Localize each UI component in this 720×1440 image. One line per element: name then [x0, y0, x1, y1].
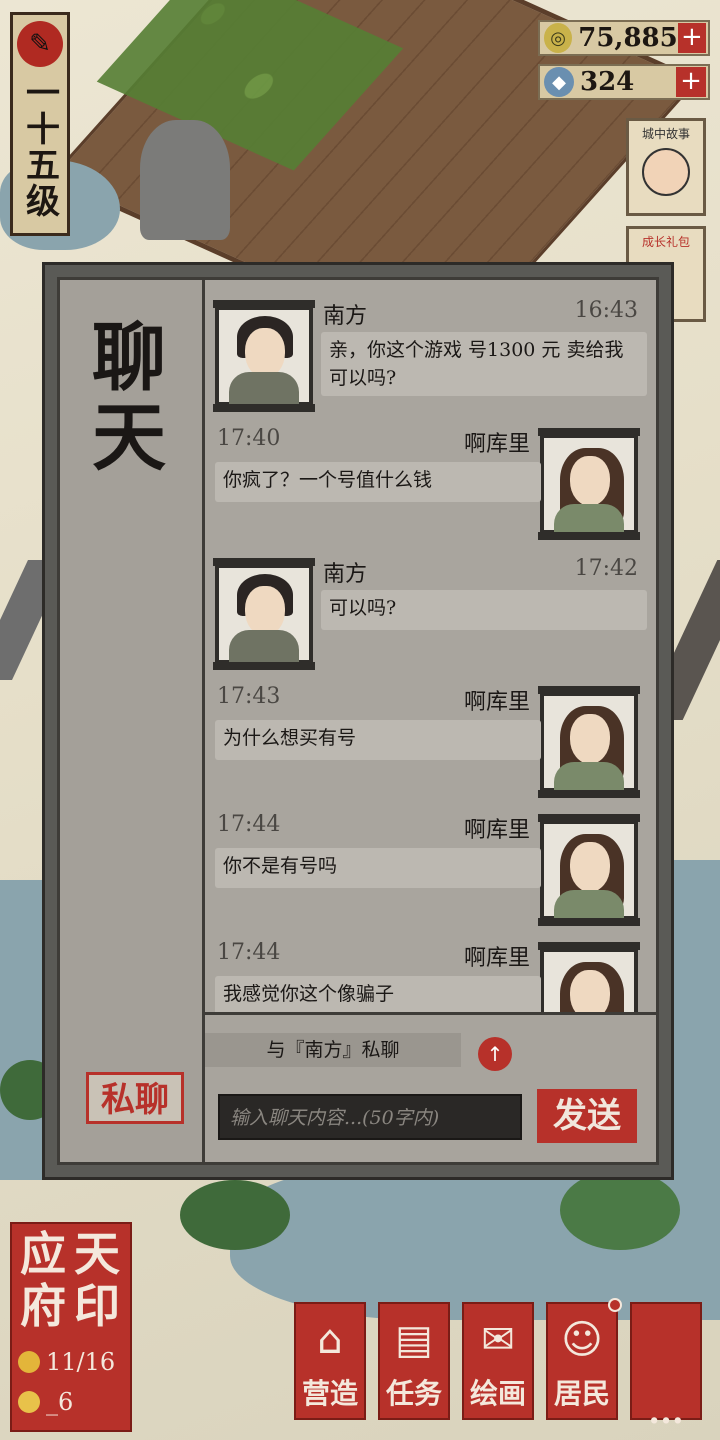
message-bubble: 为什么想买有号 [215, 720, 541, 760]
sender-name: 南方 [323, 562, 368, 587]
more-icon [632, 1334, 700, 1386]
coin-counter: ◎ 75,885 + [538, 20, 710, 56]
chat-title: 聊天 [92, 315, 166, 481]
nav-build-button[interactable]: ⌂ 营造 [294, 1302, 366, 1420]
resident-icon: ☺ [561, 1317, 603, 1363]
sender-name: 啊库里 [463, 432, 530, 457]
face [245, 586, 285, 636]
message-item: 南方 17:42 可以吗? [205, 556, 656, 674]
avatar-akuli[interactable] [538, 942, 640, 1012]
nav-label: 绘画 [469, 1377, 526, 1410]
jade-gem-icon: ◆ [544, 67, 574, 97]
robe [554, 762, 624, 790]
message-bubble: 我感觉你这个像骗子 [215, 976, 541, 1012]
gem-amount: 324 [580, 67, 635, 97]
face [570, 970, 610, 1012]
secondary-stat-value: _6 [46, 1388, 74, 1416]
chat-sidebar: 聊天 私聊 [60, 280, 205, 1162]
nav-painting-button[interactable]: ✉ 绘画 [462, 1302, 534, 1420]
copper-coin-icon: ◎ [544, 23, 573, 53]
message-bubble: 你不是有号吗 [215, 848, 541, 888]
nav-label: 居民 [553, 1377, 610, 1410]
player-level-text: 一十五级 [19, 75, 60, 219]
city-name-char: 天 [74, 1227, 120, 1281]
message-bubble: 亲，你这个游戏 号1300 元 卖给我可以吗? [321, 332, 647, 396]
nav-more-button[interactable]: ... [630, 1302, 702, 1432]
message-time: 17:40 [217, 426, 281, 451]
message-bubble: 可以吗? [321, 590, 647, 630]
robe [229, 630, 299, 662]
message-time: 16:43 [574, 298, 638, 323]
add-gems-button[interactable]: + [676, 67, 706, 97]
message-time: 17:44 [217, 940, 281, 965]
robe [554, 890, 624, 918]
divider [205, 1012, 656, 1015]
sender-name: 啊库里 [463, 818, 530, 843]
player-level-banner[interactable]: ✎ 一十五级 [10, 12, 70, 236]
population-stat: 11/16 [18, 1348, 115, 1376]
avatar-akuli[interactable] [538, 428, 640, 540]
message-list[interactable]: 南方 16:43 亲，你这个游戏 号1300 元 卖给我可以吗? 17:40 啊… [205, 280, 656, 1012]
message-item: 17:43 啊库里 为什么想买有号 [205, 684, 656, 802]
tree [180, 1180, 290, 1250]
sender-name: 啊库里 [463, 946, 530, 971]
growth-gift-label: 成长礼包 [641, 235, 690, 249]
avatar-akuli[interactable] [538, 686, 640, 798]
private-chat-target[interactable]: 与『南方』私聊 [205, 1033, 461, 1067]
face [245, 328, 285, 378]
smile-face-icon [18, 1391, 40, 1413]
city-story-label: 城中故事 [641, 127, 690, 141]
message-item: 南方 16:43 亲，你这个游戏 号1300 元 卖给我可以吗? [205, 298, 656, 416]
message-time: 17:43 [217, 684, 281, 709]
tree [560, 1170, 680, 1250]
level-emblem-icon: ✎ [17, 21, 63, 67]
private-chat-tab[interactable]: 私聊 [86, 1072, 184, 1124]
message-item: 17:44 啊库里 我感觉你这个像骗子 [205, 940, 656, 1012]
avatar-akuli[interactable] [538, 814, 640, 926]
gem-counter: ◆ 324 + [538, 64, 710, 100]
child-portrait-icon [642, 148, 690, 196]
city-story-card[interactable]: 城中故事 [626, 118, 706, 216]
avatar-nanfang[interactable] [213, 300, 315, 412]
face [570, 456, 610, 506]
city-name-char: 应 [20, 1227, 66, 1281]
nav-label: 任务 [385, 1377, 442, 1410]
send-button[interactable]: 发送 [537, 1089, 637, 1143]
message-time: 17:44 [217, 812, 281, 837]
face [570, 842, 610, 892]
secondary-stat: _6 [18, 1388, 73, 1416]
sender-name: 南方 [323, 304, 368, 329]
add-coins-button[interactable]: + [677, 23, 706, 53]
city-name-char: 府 [20, 1279, 66, 1333]
message-item: 17:44 啊库里 你不是有号吗 [205, 812, 656, 930]
scroll-book-icon: ▤ [395, 1317, 433, 1363]
nav-residents-button[interactable]: ☺ 居民 [546, 1298, 622, 1420]
sender-name: 啊库里 [463, 690, 530, 715]
city-name-char: 印 [74, 1279, 120, 1333]
population-value: 11/16 [46, 1348, 116, 1376]
robe [554, 504, 624, 532]
expand-arrow-up-icon[interactable]: ↑ [478, 1037, 512, 1071]
chat-input[interactable]: 输入聊天内容...(50字内) [218, 1094, 522, 1140]
painting-scroll-icon: ✉ [481, 1317, 515, 1363]
stone-lion-statue [140, 120, 230, 240]
city-name: 应天 府印 [16, 1228, 126, 1332]
nav-tasks-button[interactable]: ▤ 任务 [378, 1302, 450, 1420]
message-item: 17:40 啊库里 你疯了？一个号值什么钱 [205, 426, 656, 544]
chat-panel-inner: 聊天 私聊 南方 16:43 亲，你这个游戏 号1300 元 卖给我可以吗? 1… [57, 277, 659, 1165]
nav-label: 营造 [301, 1377, 358, 1410]
face [570, 714, 610, 764]
avatar-nanfang[interactable] [213, 558, 315, 670]
coin-amount: 75,885 [578, 23, 678, 53]
message-bubble: 你疯了？一个号值什么钱 [215, 462, 541, 502]
notification-dot [608, 1298, 622, 1312]
resident-icon [18, 1351, 40, 1373]
message-time: 17:42 [574, 556, 638, 581]
building-icon: ⌂ [317, 1317, 343, 1363]
city-seal-panel[interactable]: 应天 府印 11/16 _6 [10, 1222, 132, 1432]
nav-label: ... [648, 1392, 684, 1432]
robe [229, 372, 299, 404]
